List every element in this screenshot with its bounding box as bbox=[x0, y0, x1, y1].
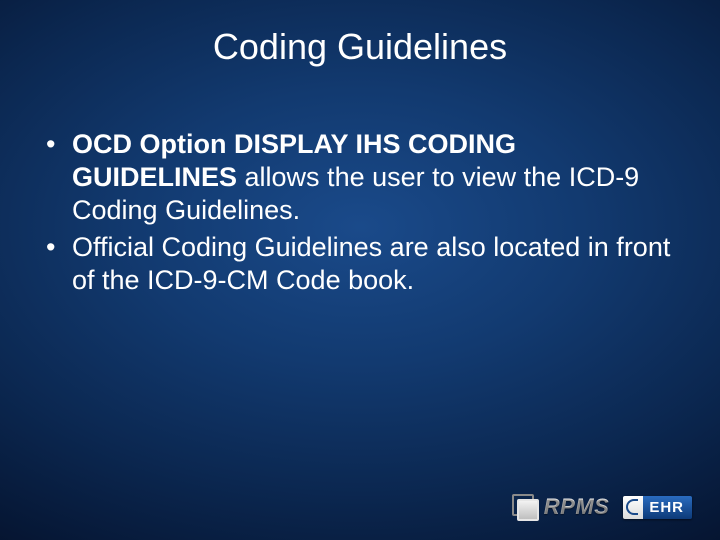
bullet-list: OCD Option DISPLAY IHS CODING GUIDELINES… bbox=[42, 128, 678, 297]
bullet-item: OCD Option DISPLAY IHS CODING GUIDELINES… bbox=[42, 128, 678, 227]
rpms-mark-icon bbox=[512, 494, 538, 520]
ehr-logo-text: EHR bbox=[643, 496, 692, 519]
ehr-logo: EHR bbox=[623, 496, 692, 519]
bullet-item: Official Coding Guidelines are also loca… bbox=[42, 231, 678, 297]
footer-logos: RPMS EHR bbox=[512, 494, 692, 520]
slide-title: Coding Guidelines bbox=[0, 26, 720, 68]
rpms-logo-text: RPMS bbox=[544, 494, 610, 520]
slide: Coding Guidelines OCD Option DISPLAY IHS… bbox=[0, 0, 720, 540]
bullet-text: Official Coding Guidelines are also loca… bbox=[72, 232, 670, 295]
slide-body: OCD Option DISPLAY IHS CODING GUIDELINES… bbox=[42, 128, 678, 301]
rpms-logo: RPMS bbox=[512, 494, 610, 520]
ehr-swoosh-icon bbox=[623, 496, 643, 519]
